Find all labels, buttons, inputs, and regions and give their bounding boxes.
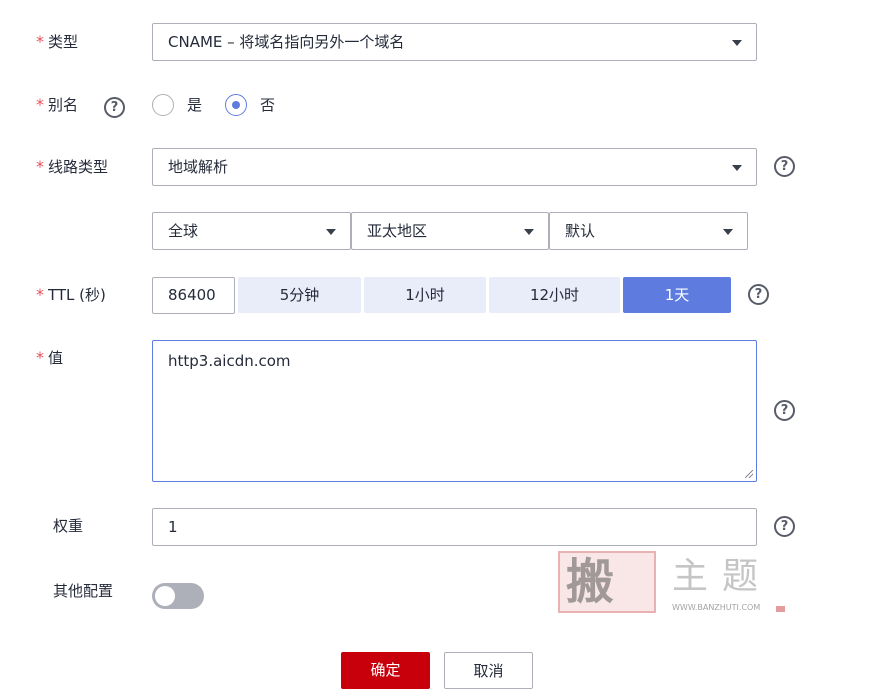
value-label: * 值 bbox=[36, 348, 64, 367]
value-textarea[interactable]: http3.aicdn.com bbox=[152, 340, 757, 482]
chevron-down-icon bbox=[524, 229, 534, 235]
ttl-preset-1day[interactable]: 1天 bbox=[623, 277, 731, 313]
ttl-input-value: 86400 bbox=[168, 286, 216, 304]
resize-handle-icon[interactable] bbox=[745, 470, 753, 478]
region-area-select[interactable]: 亚太地区 bbox=[351, 212, 549, 250]
question-circle-icon[interactable]: ? bbox=[774, 516, 795, 537]
watermark-mark bbox=[776, 606, 785, 612]
question-circle-icon[interactable]: ? bbox=[774, 400, 795, 421]
confirm-button[interactable]: 确定 bbox=[341, 652, 430, 689]
watermark-brand: 主题 bbox=[672, 556, 773, 597]
required-mark: * bbox=[36, 285, 44, 304]
ttl-preset-1hour[interactable]: 1小时 bbox=[364, 277, 486, 313]
type-label: * 类型 bbox=[36, 32, 79, 51]
question-circle-icon[interactable]: ? bbox=[748, 284, 769, 305]
chevron-down-icon bbox=[326, 229, 336, 235]
ttl-preset-12hours[interactable]: 12小时 bbox=[489, 277, 620, 313]
other-config-toggle[interactable] bbox=[152, 583, 204, 609]
alias-no-label: 否 bbox=[260, 96, 276, 114]
required-mark: * bbox=[36, 348, 44, 367]
watermark-url: WWW.BANZHUTI.COM bbox=[672, 603, 761, 612]
chevron-down-icon bbox=[732, 165, 742, 171]
question-circle-icon[interactable]: ? bbox=[774, 156, 795, 177]
cancel-button[interactable]: 取消 bbox=[444, 652, 533, 689]
type-select-value: CNAME – 将域名指向另外一个域名 bbox=[168, 33, 405, 51]
line-type-select-value: 地域解析 bbox=[168, 158, 229, 176]
other-config-label: 其他配置 bbox=[53, 582, 114, 600]
weight-label: 权重 bbox=[53, 517, 84, 535]
ttl-preset-5min[interactable]: 5分钟 bbox=[238, 277, 361, 313]
question-circle-icon[interactable]: ? bbox=[104, 97, 125, 118]
region-area-value: 亚太地区 bbox=[367, 222, 428, 240]
line-type-label: * 线路类型 bbox=[36, 157, 109, 176]
ttl-input[interactable]: 86400 bbox=[152, 277, 235, 314]
alias-yes-radio[interactable] bbox=[152, 94, 174, 116]
region-scope-value: 全球 bbox=[168, 222, 199, 240]
required-mark: * bbox=[36, 32, 44, 51]
ttl-label: * TTL (秒) bbox=[36, 285, 106, 304]
watermark-seal-text: 搬 bbox=[566, 554, 615, 610]
required-mark: * bbox=[36, 95, 44, 114]
watermark: 搬 主题 WWW.BANZHUTI.COM bbox=[558, 551, 788, 617]
alias-yes-label: 是 bbox=[187, 96, 203, 114]
region-detail-select[interactable]: 默认 bbox=[549, 212, 748, 250]
weight-input-value: 1 bbox=[168, 518, 178, 536]
chevron-down-icon bbox=[723, 229, 733, 235]
toggle-knob bbox=[155, 586, 175, 606]
required-mark: * bbox=[36, 157, 44, 176]
alias-label: * 别名 bbox=[36, 95, 79, 114]
alias-no-radio[interactable] bbox=[225, 94, 247, 116]
weight-input[interactable]: 1 bbox=[152, 508, 757, 546]
value-textarea-text: http3.aicdn.com bbox=[168, 352, 291, 370]
line-type-select[interactable]: 地域解析 bbox=[152, 148, 757, 186]
region-scope-select[interactable]: 全球 bbox=[152, 212, 351, 250]
type-select[interactable]: CNAME – 将域名指向另外一个域名 bbox=[152, 23, 757, 61]
region-detail-value: 默认 bbox=[565, 222, 596, 240]
chevron-down-icon bbox=[732, 40, 742, 46]
